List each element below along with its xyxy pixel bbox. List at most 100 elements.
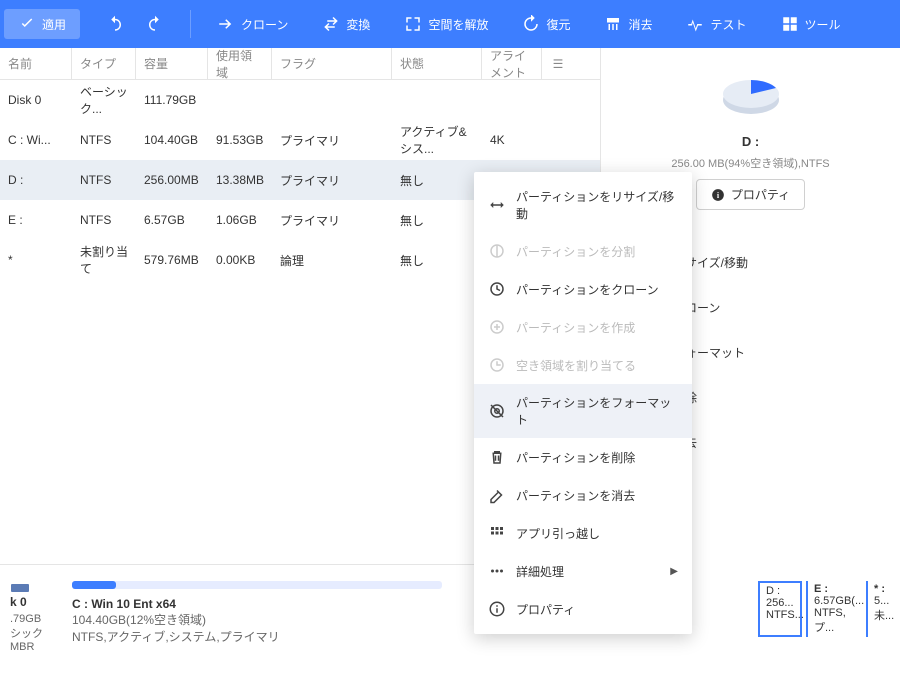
disk-style: シック MBR <box>10 625 62 653</box>
col-size[interactable]: 容量 <box>136 48 208 79</box>
undo-button[interactable] <box>98 9 132 39</box>
apply-label: 適用 <box>42 16 66 33</box>
mini-l2: 未... <box>874 607 894 623</box>
col-align[interactable]: アライメント <box>482 48 542 79</box>
ctx-resize[interactable]: パーティションをリサイズ/移動 <box>474 178 692 232</box>
wipe-button[interactable]: 消去 <box>596 9 660 39</box>
clone-icon <box>488 280 506 298</box>
clone-button[interactable]: クローン <box>209 9 296 39</box>
format-icon <box>488 402 506 420</box>
disk-map: k 0 .79GB シック MBR C : Win 10 Ent x64 104… <box>0 565 900 675</box>
mini-partitions: D : 256... NTFS... E : 6.57GB(... NTFS,プ… <box>758 577 900 637</box>
ctx-split: パーティションを分割 <box>474 232 692 270</box>
info-icon: i <box>711 188 725 202</box>
cell-used: 91.53GB <box>208 133 272 147</box>
pulse-icon <box>686 15 704 33</box>
cell-status: 無し <box>392 252 482 269</box>
ctx-clone[interactable]: パーティションをクローン <box>474 270 692 308</box>
ctx-allocate: 空き領域を割り当てる <box>474 346 692 384</box>
tb-label: クローン <box>241 16 288 33</box>
ctx-label: 空き領域を割り当てる <box>516 357 636 374</box>
ctx-properties[interactable]: プロパティ <box>474 590 692 628</box>
mini-t: E : <box>814 583 856 595</box>
ctx-format[interactable]: パーティションをフォーマット <box>474 384 692 438</box>
col-status[interactable]: 状態 <box>392 48 482 79</box>
usage-bar <box>72 581 442 589</box>
col-name[interactable]: 名前 <box>0 48 72 79</box>
mini-unalloc-block[interactable]: * : 5... 未... <box>866 581 900 637</box>
ctx-advanced[interactable]: 詳細処理▶ <box>474 552 692 590</box>
mini-d-block[interactable]: D : 256... NTFS... <box>758 581 802 637</box>
disk-icon <box>10 581 30 595</box>
grid-icon <box>781 15 799 33</box>
cell-size: 6.57GB <box>136 213 208 227</box>
ctx-erase[interactable]: パーティションを消去 <box>474 476 692 514</box>
cell-used: 1.06GB <box>208 213 272 227</box>
context-menu: パーティションをリサイズ/移動 パーティションを分割 パーティションをクローン … <box>474 172 692 634</box>
mini-l2: NTFS... <box>766 609 794 621</box>
properties-button[interactable]: i プロパティ <box>696 179 805 210</box>
resize-icon <box>488 196 506 214</box>
mini-t: D : <box>766 585 794 597</box>
table-row[interactable]: C : Wi... NTFS 104.40GB 91.53GB プライマリ アク… <box>0 120 600 160</box>
redo-button[interactable] <box>138 9 172 39</box>
ctx-delete[interactable]: パーティションを削除 <box>474 438 692 476</box>
ctx-create: パーティションを作成 <box>474 308 692 346</box>
mini-t: * : <box>874 583 894 595</box>
mini-l1: 6.57GB(... <box>814 595 856 607</box>
trash-icon <box>488 448 506 466</box>
shred-icon <box>604 15 622 33</box>
eraser-icon <box>488 486 506 504</box>
cell-status: 無し <box>392 212 482 229</box>
ctx-label: プロパティ <box>516 601 575 618</box>
apply-button[interactable]: 適用 <box>4 9 80 39</box>
toolbar-sep <box>190 10 191 38</box>
cell-name: Disk 0 <box>0 93 72 107</box>
tb-label: 復元 <box>546 16 570 33</box>
undo-icon <box>106 15 124 33</box>
cell-flag: 論理 <box>272 252 392 269</box>
ctx-label: パーティションを作成 <box>516 319 635 336</box>
cell-used: 0.00KB <box>208 253 272 267</box>
convert-icon <box>322 15 340 33</box>
tb-label: 消去 <box>628 16 652 33</box>
convert-button[interactable]: 変換 <box>314 9 378 39</box>
table-row[interactable]: Disk 0 ベーシック... 111.79GB <box>0 80 600 120</box>
pie-chart-icon <box>716 72 786 122</box>
ctx-label: 詳細処理 <box>516 563 564 580</box>
disk-summary[interactable]: k 0 .79GB シック MBR <box>0 573 72 661</box>
apps-icon <box>488 524 506 542</box>
cell-align: 4K <box>482 133 542 147</box>
more-icon <box>488 562 506 580</box>
cell-type: ベーシック... <box>72 83 136 117</box>
restore-button[interactable]: 復元 <box>514 9 578 39</box>
cell-flag: プライマリ <box>272 212 392 229</box>
col-flag[interactable]: フラグ <box>272 48 392 79</box>
expand-icon <box>404 15 422 33</box>
ctx-label: アプリ引っ越し <box>516 525 600 542</box>
tools-button[interactable]: ツール <box>773 9 849 39</box>
ctx-label: パーティションを消去 <box>516 487 635 504</box>
mini-l1: 256... <box>766 597 794 609</box>
cell-type: 未割り当て <box>72 243 136 277</box>
cell-status: 無し <box>392 172 482 189</box>
ctx-migrate[interactable]: アプリ引っ越し <box>474 514 692 552</box>
prop-label: プロパティ <box>731 186 790 203</box>
mini-e-block[interactable]: E : 6.57GB(... NTFS,プ... <box>806 581 862 637</box>
col-used[interactable]: 使用領域 <box>208 48 272 79</box>
col-type[interactable]: タイプ <box>72 48 136 79</box>
test-button[interactable]: テスト <box>678 9 754 39</box>
cell-name: * <box>0 253 72 267</box>
redo-icon <box>146 15 164 33</box>
ctx-label: パーティションをリサイズ/移動 <box>516 188 678 222</box>
tb-label: 変換 <box>346 16 370 33</box>
info-icon <box>488 600 506 618</box>
cell-status: アクティブ&シス... <box>392 123 482 157</box>
cell-name: D : <box>0 173 72 187</box>
tb-label: ツール <box>805 16 841 33</box>
tb-label: テスト <box>710 16 746 33</box>
restore-icon <box>522 15 540 33</box>
col-menu-icon[interactable]: ☰ <box>542 57 574 71</box>
content-area: 名前 タイプ 容量 使用領域 フラグ 状態 アライメント ☰ Disk 0 ベー… <box>0 48 900 565</box>
free-space-button[interactable]: 空間を解放 <box>396 9 496 39</box>
